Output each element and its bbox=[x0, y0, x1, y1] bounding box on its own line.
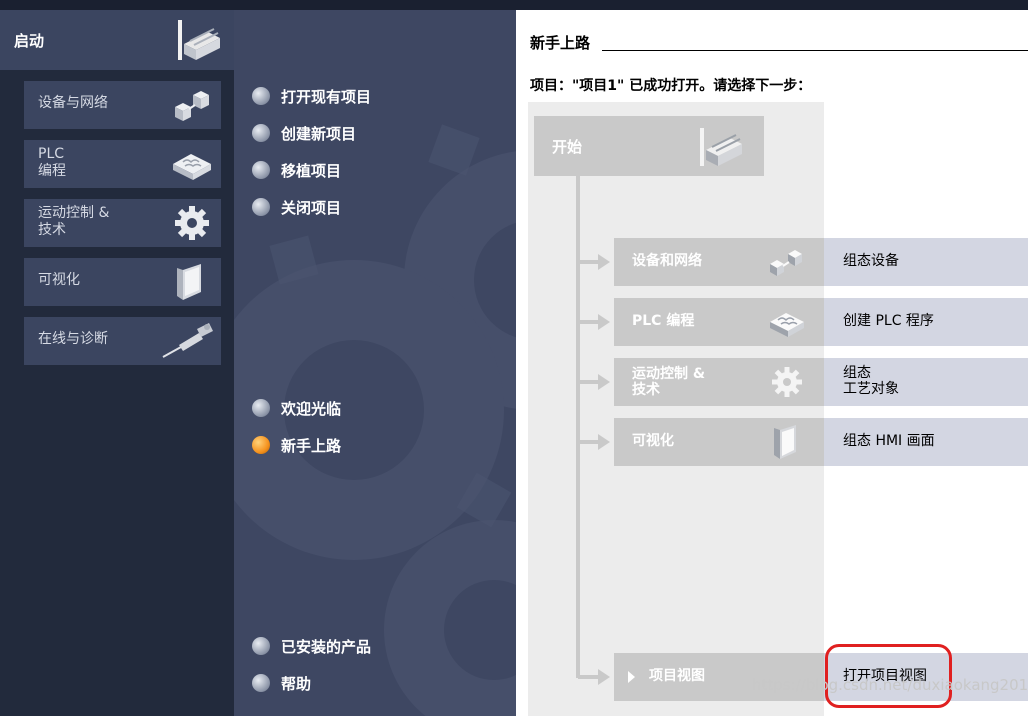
create-plc-program-action[interactable]: 创建 PLC 程序 bbox=[824, 298, 1028, 346]
step-label: 设备和网络 bbox=[632, 253, 702, 269]
menu-label: 创建新项目 bbox=[281, 124, 357, 143]
welcome-link[interactable]: 欢迎光临 bbox=[252, 397, 341, 419]
panel-title: 新手上路 bbox=[530, 34, 591, 52]
menu-label: 移植项目 bbox=[281, 161, 342, 180]
gear-icon bbox=[772, 367, 802, 397]
open-existing-project-link[interactable]: 打开现有项目 bbox=[252, 85, 371, 107]
radio-bullet-icon bbox=[252, 124, 270, 142]
action-label: 组态 HMI 画面 bbox=[843, 433, 935, 449]
panel-subtitle: 项目："项目1" 已成功打开。请选择下一步： bbox=[530, 78, 812, 94]
action-label: 组态设备 bbox=[843, 253, 899, 269]
flow-connector-line bbox=[576, 176, 580, 678]
radio-bullet-icon bbox=[252, 87, 270, 105]
installed-products-link[interactable]: 已安装的产品 bbox=[252, 635, 371, 657]
close-project-link[interactable]: 关闭项目 bbox=[252, 196, 341, 218]
portal-sidebar: 启动 设备与网络 PLC 编程 运动控制 & 技术 可视化 在线与诊断 bbox=[0, 10, 234, 716]
radio-bullet-icon bbox=[252, 399, 270, 417]
create-new-project-link[interactable]: 创建新项目 bbox=[252, 122, 356, 144]
radio-bullet-icon bbox=[252, 198, 270, 216]
sidebar-item-motion-control[interactable]: 运动控制 & 技术 bbox=[24, 199, 221, 247]
step-motion-control[interactable]: 运动控制 & 技术 bbox=[614, 358, 824, 406]
menu-label: 已安装的产品 bbox=[281, 637, 372, 656]
sidebar-item-label: PLC 编程 bbox=[38, 146, 66, 179]
sidebar-item-label: 运动控制 & 技术 bbox=[38, 205, 110, 238]
background-gear-graphic bbox=[234, 124, 516, 716]
gear-icon bbox=[175, 206, 209, 240]
radio-bullet-icon bbox=[252, 674, 270, 692]
diagnostics-probe-icon bbox=[162, 323, 213, 358]
active-bullet-icon bbox=[252, 436, 270, 454]
sidebar-item-plc-programming[interactable]: PLC 编程 bbox=[24, 140, 221, 188]
step-label: 运动控制 & 技术 bbox=[632, 366, 706, 398]
menu-label: 新手上路 bbox=[281, 436, 342, 455]
configure-hmi-screen-action[interactable]: 组态 HMI 画面 bbox=[824, 418, 1028, 466]
migrate-project-link[interactable]: 移植项目 bbox=[252, 159, 341, 181]
plc-programming-icon bbox=[173, 154, 211, 180]
plc-programming-icon bbox=[770, 313, 804, 337]
configure-device-action[interactable]: 组态设备 bbox=[824, 238, 1028, 286]
help-link[interactable]: 帮助 bbox=[252, 672, 311, 694]
arrow-right-icon bbox=[598, 434, 610, 450]
portal-start-icon bbox=[700, 128, 742, 166]
sidebar-item-online-diagnostics[interactable]: 在线与诊断 bbox=[24, 317, 221, 365]
arrow-right-icon bbox=[598, 254, 610, 270]
menu-label: 帮助 bbox=[281, 674, 312, 693]
portal-actions-column: 打开现有项目 创建新项目 移植项目 关闭项目 欢迎光临 新手上路 已安装的产品 … bbox=[234, 10, 516, 716]
sidebar-item-visualization[interactable]: 可视化 bbox=[24, 258, 221, 306]
devices-network-icon bbox=[175, 91, 209, 121]
title-divider bbox=[602, 50, 1028, 51]
radio-bullet-icon bbox=[252, 637, 270, 655]
flow-background bbox=[528, 102, 824, 716]
sidebar-start-label: 启动 bbox=[14, 32, 45, 50]
window-top-bar bbox=[0, 0, 1028, 10]
first-steps-panel: 新手上路 项目："项目1" 已成功打开。请选择下一步： 开始 设备和网络 组态设… bbox=[516, 10, 1028, 716]
devices-network-icon bbox=[770, 250, 802, 276]
sidebar-item-label: 在线与诊断 bbox=[38, 331, 108, 347]
sidebar-item-label: 可视化 bbox=[38, 272, 80, 288]
hmi-panel-icon bbox=[177, 264, 201, 300]
menu-label: 关闭项目 bbox=[281, 198, 342, 217]
arrow-right-icon bbox=[598, 669, 610, 685]
sidebar-start-header[interactable]: 启动 bbox=[0, 10, 234, 70]
hmi-panel-icon bbox=[774, 425, 796, 459]
step-label: 项目视图 bbox=[649, 668, 705, 684]
watermark-text: https://blog.csdn.net/duxiaokang2014 bbox=[752, 676, 1028, 694]
sidebar-item-label: 设备与网络 bbox=[38, 95, 108, 111]
step-label: 可视化 bbox=[632, 433, 674, 449]
portal-start-icon bbox=[178, 20, 220, 60]
first-steps-link[interactable]: 新手上路 bbox=[252, 434, 341, 456]
arrow-right-icon bbox=[598, 314, 610, 330]
radio-bullet-icon bbox=[252, 161, 270, 179]
step-plc-programming[interactable]: PLC 编程 bbox=[614, 298, 824, 346]
menu-label: 打开现有项目 bbox=[281, 87, 372, 106]
action-label: 组态 工艺对象 bbox=[843, 365, 899, 397]
triangle-right-icon bbox=[628, 671, 635, 683]
configure-technology-objects-action[interactable]: 组态 工艺对象 bbox=[824, 358, 1028, 406]
menu-label: 欢迎光临 bbox=[281, 399, 342, 418]
flow-start-label: 开始 bbox=[552, 138, 583, 156]
step-visualization[interactable]: 可视化 bbox=[614, 418, 824, 466]
step-devices-networks[interactable]: 设备和网络 bbox=[614, 238, 824, 286]
step-label: PLC 编程 bbox=[632, 313, 695, 329]
arrow-right-icon bbox=[598, 374, 610, 390]
action-label: 创建 PLC 程序 bbox=[843, 313, 934, 329]
sidebar-item-devices-networks[interactable]: 设备与网络 bbox=[24, 81, 221, 129]
flow-start-box: 开始 bbox=[534, 116, 764, 176]
